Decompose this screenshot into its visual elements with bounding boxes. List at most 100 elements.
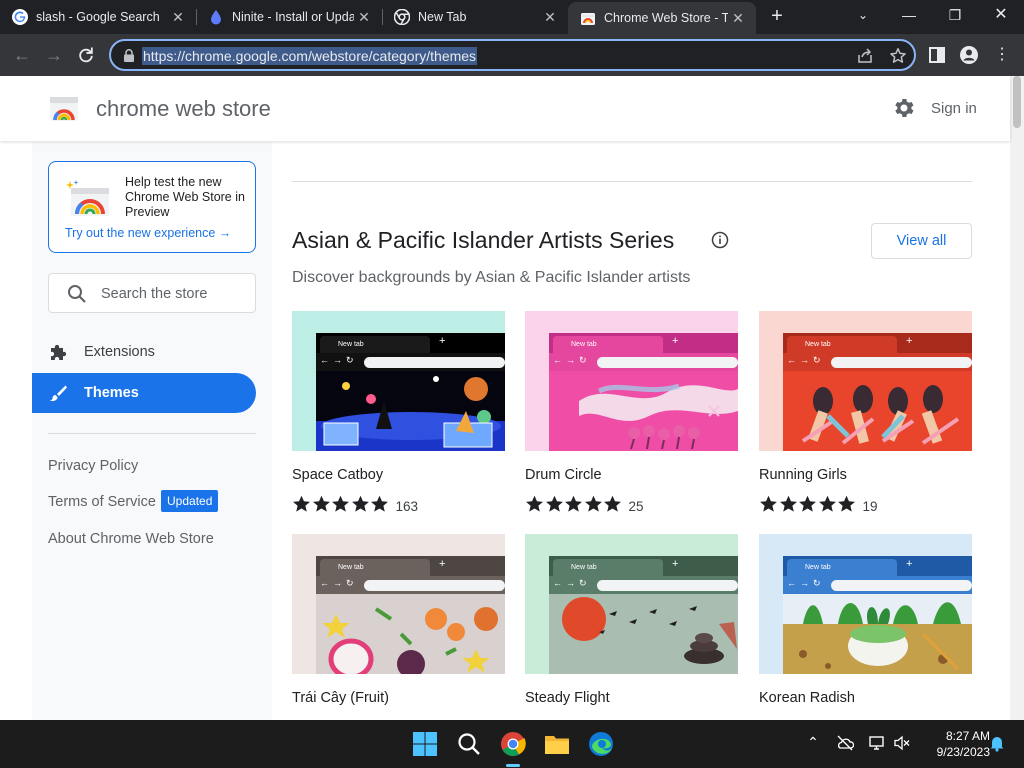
privacy-policy-link[interactable]: Privacy Policy — [48, 458, 138, 474]
theme-preview: New tab + ←→↻ — [549, 556, 738, 674]
terms-of-service-link[interactable]: Terms of Service — [48, 494, 156, 510]
theme-preview: New tab + ←→↻ — [316, 333, 505, 451]
scrollbar-thumb[interactable] — [1013, 76, 1021, 128]
drum-circle-artwork — [549, 371, 738, 451]
forward-button[interactable]: → — [42, 43, 66, 67]
star-icon — [818, 495, 836, 512]
theme-name[interactable]: Running Girls — [759, 467, 847, 483]
theme-thumbnail[interactable]: New tab + ←→↻ — [292, 311, 505, 451]
star-icon — [604, 495, 621, 512]
preview-promo-text: Help test the new Chrome Web Store in Pr… — [125, 175, 245, 219]
theme-thumbnail[interactable]: New tab + ←→↻ — [292, 534, 505, 674]
mini-tab-label: New tab — [553, 336, 663, 353]
star-icon — [584, 495, 602, 512]
tab-google-search[interactable]: slash - Google Search ✕ — [0, 0, 196, 34]
notification-bell-icon[interactable] — [988, 734, 1006, 752]
store-search[interactable] — [48, 273, 256, 313]
preview-promo-illustration — [66, 180, 109, 216]
sign-in-link[interactable]: Sign in — [931, 100, 977, 117]
close-tab-icon[interactable]: ✕ — [168, 9, 188, 26]
star-icon — [312, 495, 330, 512]
space-catboy-artwork — [316, 371, 505, 451]
star-icon — [760, 495, 777, 512]
edge-icon[interactable] — [588, 731, 614, 757]
theme-name[interactable]: Korean Radish — [759, 690, 855, 706]
section-title: Asian & Pacific Islander Artists Series — [292, 227, 675, 253]
theme-preview: New tab + ←→↻ — [549, 333, 738, 451]
search-icon[interactable] — [456, 731, 482, 757]
reload-button[interactable] — [74, 43, 98, 67]
search-icon — [68, 285, 86, 303]
theme-thumbnail[interactable]: New tab + ←→↻ — [525, 311, 738, 451]
theme-preview: New tab + ←→↻ — [783, 556, 972, 674]
windows-taskbar: ⌃ 8:27 AM 9/23/2023 — [0, 720, 1024, 768]
theme-name[interactable]: Steady Flight — [525, 690, 610, 706]
close-tab-icon[interactable]: ✕ — [728, 10, 748, 27]
theme-rating: 19 — [759, 495, 878, 518]
chrome-web-store-icon — [581, 13, 595, 25]
mini-tab-label: New tab — [320, 559, 430, 576]
address-url[interactable]: https://chrome.google.com/webstore/categ… — [142, 47, 478, 65]
sidebar-item-themes[interactable]: Themes — [32, 373, 256, 413]
chrome-running-indicator — [506, 764, 520, 767]
info-icon[interactable] — [711, 231, 729, 249]
mini-tab-label: New tab — [787, 559, 897, 576]
tab-new-tab[interactable]: New Tab ✕ — [382, 0, 568, 34]
search-input[interactable] — [101, 283, 251, 305]
profile-avatar-icon[interactable] — [959, 45, 979, 65]
share-icon[interactable] — [856, 47, 874, 65]
theme-name[interactable]: Trái Cây (Fruit) — [292, 690, 389, 706]
mini-tab-label: New tab — [787, 336, 897, 353]
onedrive-icon[interactable] — [836, 734, 854, 752]
theme-preview: New tab + ←→↻ — [316, 556, 505, 674]
tray-overflow-icon[interactable]: ⌃ — [804, 734, 822, 752]
new-tab-button[interactable]: + — [766, 5, 788, 27]
running-girls-artwork — [783, 371, 972, 451]
puzzle-icon — [51, 344, 67, 360]
theme-name[interactable]: Space Catboy — [292, 467, 383, 483]
section-subtitle: Discover backgrounds by Asian & Pacific … — [292, 269, 691, 286]
taskbar-clock[interactable]: 8:27 AM 9/23/2023 — [918, 728, 990, 760]
theme-preview: New tab + ←→↻ — [783, 333, 972, 451]
clock-time: 8:27 AM — [945, 729, 990, 743]
file-explorer-icon[interactable] — [544, 731, 570, 757]
theme-name[interactable]: Drum Circle — [525, 467, 602, 483]
about-store-link[interactable]: About Chrome Web Store — [48, 531, 214, 547]
gear-icon[interactable] — [892, 96, 916, 120]
chrome-web-store-logo[interactable] — [49, 96, 79, 122]
minimize-button[interactable]: — — [886, 0, 932, 30]
star-icon — [293, 495, 310, 512]
tab-ninite[interactable]: Ninite - Install or Update ✕ — [196, 0, 382, 34]
bookmark-star-icon[interactable] — [889, 47, 907, 65]
view-all-button[interactable]: View all — [871, 223, 972, 259]
restore-button[interactable]: ❐ — [932, 0, 978, 30]
address-bar[interactable]: https://chrome.google.com/webstore/categ… — [109, 39, 916, 71]
sidebar-divider — [48, 433, 256, 434]
theme-thumbnail[interactable]: New tab + ←→↻ — [525, 534, 738, 674]
tab-search-icon[interactable]: ⌄ — [840, 0, 886, 30]
google-g-icon — [12, 9, 28, 25]
store-header: chrome web store Sign in — [0, 76, 1010, 141]
back-button[interactable]: ← — [10, 43, 34, 67]
page-scrollbar[interactable] — [1010, 76, 1024, 720]
sidebar-item-label: Themes — [84, 385, 139, 401]
windows-start-icon[interactable] — [412, 731, 438, 757]
store-title[interactable]: chrome web store — [96, 96, 271, 122]
preview-promo-card[interactable]: Help test the new Chrome Web Store in Pr… — [48, 161, 256, 253]
close-tab-icon[interactable]: ✕ — [354, 9, 374, 26]
close-tab-icon[interactable]: ✕ — [540, 9, 560, 26]
sidebar-item-extensions[interactable]: Extensions — [32, 332, 256, 372]
chrome-menu-icon[interactable]: ⋮ — [990, 43, 1014, 67]
network-icon[interactable] — [868, 734, 886, 752]
star-icon — [565, 495, 582, 512]
theme-thumbnail[interactable]: New tab + ←→↻ — [759, 311, 972, 451]
close-window-button[interactable]: ✕ — [978, 0, 1024, 30]
volume-muted-icon[interactable] — [893, 734, 911, 752]
theme-thumbnail[interactable]: New tab + ←→↻ — [759, 534, 972, 674]
ninite-drop-icon — [211, 10, 221, 25]
side-panel-icon[interactable] — [927, 45, 947, 65]
preview-promo-link[interactable]: Try out the new experience → — [65, 226, 231, 240]
star-icon — [371, 495, 388, 512]
chrome-taskbar-icon[interactable] — [500, 731, 526, 757]
tab-chrome-web-store[interactable]: Chrome Web Store - Th ✕ — [568, 2, 756, 34]
